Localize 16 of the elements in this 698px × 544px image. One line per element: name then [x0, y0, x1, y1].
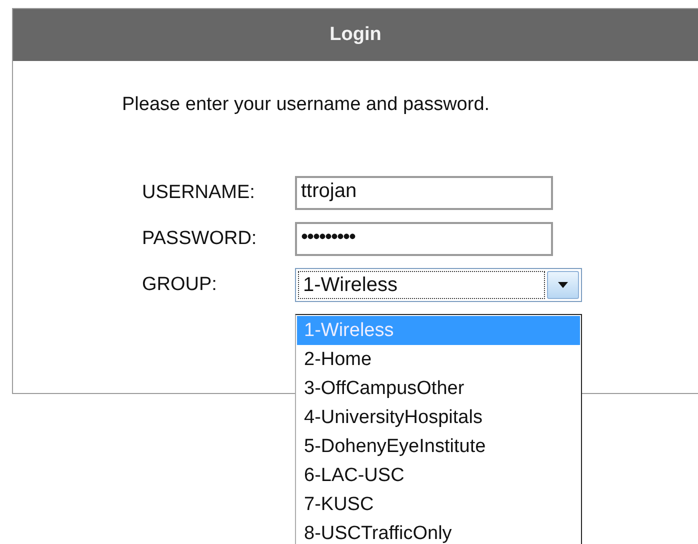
username-field[interactable]: ttrojan [295, 176, 553, 210]
dropdown-option[interactable]: 4-UniversityHospitals [297, 403, 580, 432]
dropdown-option[interactable]: 2-Home [297, 345, 580, 374]
caret-icon [558, 282, 568, 288]
dropdown-option[interactable]: 7-KUSC [297, 490, 580, 519]
dropdown-option[interactable]: 3-OffCampusOther [297, 374, 580, 403]
password-field[interactable]: ••••••••• [295, 222, 553, 256]
field-label: GROUP: [142, 274, 218, 296]
dropdown-option[interactable]: 6-LAC-USC [297, 461, 580, 490]
dropdown-option[interactable]: 5-DohenyEyeInstitute [297, 432, 580, 461]
instruction-text: Please enter your username and password. [122, 94, 490, 116]
field-label: USERNAME: [142, 182, 256, 204]
field-label: PASSWORD: [142, 228, 258, 250]
panel-title: Login [330, 24, 382, 46]
group-dropdown[interactable]: 1-Wireless [295, 268, 582, 302]
dropdown-option[interactable]: 8-USCTrafficOnly [297, 519, 580, 544]
